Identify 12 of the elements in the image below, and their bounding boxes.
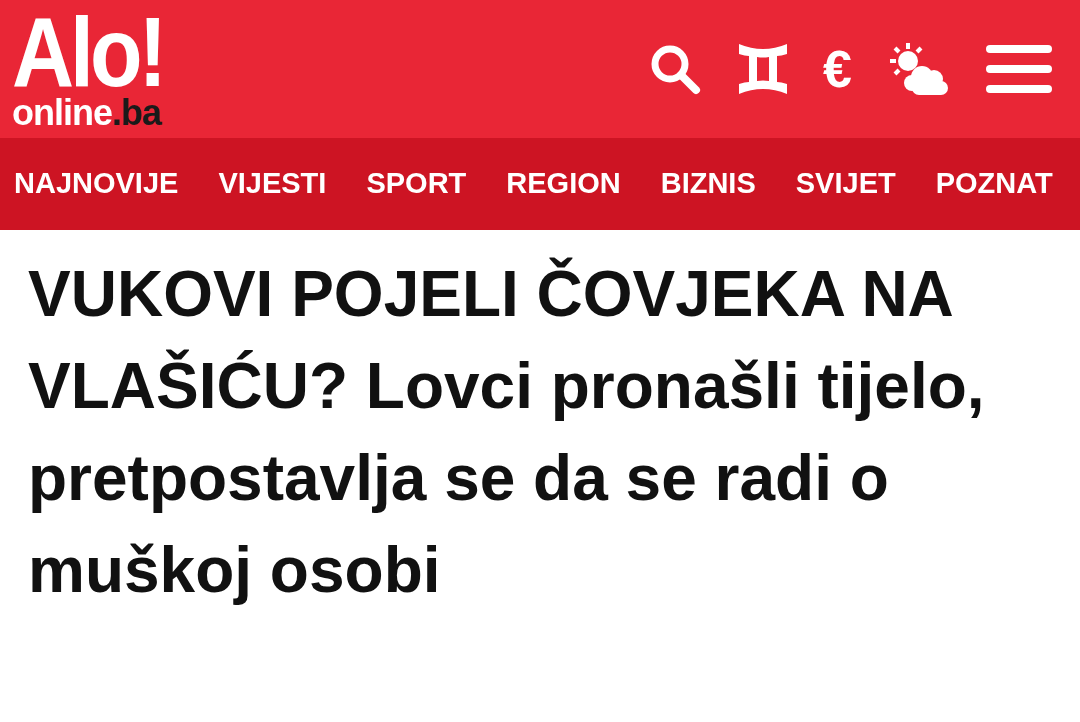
nav-link[interactable]: REGION	[506, 162, 621, 206]
gemini-sign-icon[interactable]	[737, 42, 790, 96]
article-headline: VUKOVI POJELI ČOVJEKA NA VLAŠIĆU? Lovci pronašli tijelo, pretpostavlja se da se radi o muškoj osobi	[27, 256, 986, 608]
nav-link[interactable]: BIZNIS	[660, 162, 756, 206]
nav-link[interactable]: POZNAT	[935, 162, 1053, 206]
site-logo[interactable]: Alo! online.ba	[12, 7, 164, 131]
nav-link[interactable]: NAJNOVIJE	[14, 162, 179, 206]
menu-icon[interactable]	[986, 45, 1052, 93]
currency-button[interactable]: €	[823, 43, 852, 95]
nav-link[interactable]: VIJESTI	[218, 162, 327, 206]
nav-link[interactable]: SVIJET	[795, 162, 896, 206]
nav-link[interactable]: SPORT	[366, 162, 467, 206]
